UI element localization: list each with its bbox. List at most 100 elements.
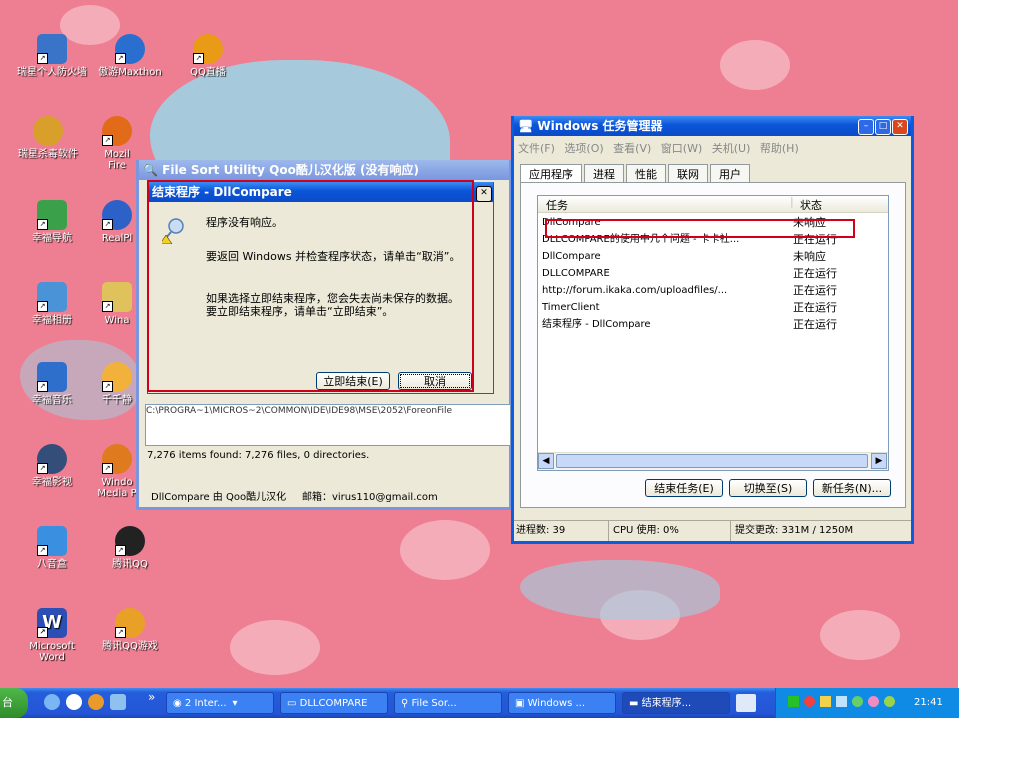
highlight-end-dialog xyxy=(147,180,474,392)
clock[interactable]: 21:41 xyxy=(914,688,943,718)
keyboard-icon[interactable] xyxy=(736,694,756,712)
desktop-icon-video[interactable]: ↗ 幸福影视 xyxy=(16,444,88,488)
list-header: 任务 | 状态 xyxy=(538,196,888,213)
tab-users[interactable]: 用户 xyxy=(710,164,750,183)
desktop-icon-wmp[interactable]: ↗ Windo Media P xyxy=(94,444,140,499)
minimize-button[interactable]: – xyxy=(858,119,874,135)
bg-cloud xyxy=(400,520,490,580)
taskbar-item-ie[interactable]: ◉ 2 Inter... ▾ xyxy=(166,692,274,714)
task-row[interactable]: http://forum.ikaka.com/uploadfiles/... 正在… xyxy=(538,282,878,299)
col-divider: | xyxy=(790,195,794,208)
task-row[interactable]: DllCompare 未响应 xyxy=(538,248,878,265)
taskbar-item-task-manager[interactable]: ▣ Windows ... xyxy=(508,692,616,714)
icon-label: 腾讯QQ xyxy=(112,559,148,570)
search-icon: ⚲ xyxy=(401,698,412,709)
icon-label: Wina xyxy=(104,315,130,326)
video-icon: ↗ xyxy=(37,444,67,474)
desktop-icon-album[interactable]: ↗ 幸福相册 xyxy=(16,282,88,326)
highlight-dllcompare-row xyxy=(545,219,855,238)
task-manager-titlebar[interactable]: 🖥 Windows 任务管理器 xyxy=(514,116,911,136)
start-button[interactable]: 台 xyxy=(0,688,28,718)
menu-options[interactable]: 选项(O) xyxy=(564,142,603,155)
bg-cloud xyxy=(820,610,900,660)
quicklaunch-more[interactable]: » xyxy=(148,690,155,704)
maximize-button[interactable]: □ xyxy=(875,119,891,135)
path-textbox[interactable]: C:\PROGRA~1\MICROS~2\COMMON\IDE\IDE98\MS… xyxy=(145,404,511,446)
tab-performance[interactable]: 性能 xyxy=(626,164,666,183)
col-status[interactable]: 状态 xyxy=(800,197,822,213)
desktop-icon-antivirus[interactable]: 瑞星杀毒软件 xyxy=(12,116,84,160)
close-button[interactable]: ✕ xyxy=(476,186,492,202)
task-status: 未响应 xyxy=(793,250,826,263)
horizontal-scrollbar[interactable]: ◀ ▶ xyxy=(538,452,888,470)
qq-tray-icon[interactable] xyxy=(804,696,815,707)
status-commit: 提交更改: 331M / 1250M xyxy=(730,521,853,541)
icon-label: Mozil Fire xyxy=(104,149,130,171)
task-name: DLLCOMPARE xyxy=(542,268,610,279)
window-title: File Sort Utility Qoo酷儿汉化版 (没有响应) xyxy=(162,163,419,177)
ie-icon[interactable] xyxy=(44,694,60,710)
icon-label: QQ直播 xyxy=(190,67,226,78)
icon-label: 幸福导航 xyxy=(32,233,72,244)
scroll-left-button[interactable]: ◀ xyxy=(538,453,554,469)
tray-icon[interactable] xyxy=(884,696,895,707)
icon-label: Windo Media P xyxy=(97,477,137,499)
desktop-quick-icon[interactable] xyxy=(110,694,126,710)
tab-processes[interactable]: 进程 xyxy=(584,164,624,183)
tray-icon[interactable] xyxy=(820,696,831,707)
desktop-icon-qqgame[interactable]: ↗ 腾讯QQ游戏 xyxy=(94,608,166,652)
icon-label: 幸福相册 xyxy=(32,315,72,326)
close-button[interactable]: ✕ xyxy=(892,119,908,135)
desktop-icon-maxthon[interactable]: ↗ 傲游Maxthon xyxy=(94,34,166,78)
menu-help[interactable]: 帮助(H) xyxy=(760,142,799,155)
switch-to-button[interactable]: 切换至(S) xyxy=(729,479,807,497)
icon-label: 瑞星杀毒软件 xyxy=(18,149,78,160)
menu-view[interactable]: 查看(V) xyxy=(613,142,651,155)
new-task-button[interactable]: 新任务(N)... xyxy=(813,479,891,497)
desktop-icon-qq[interactable]: ↗ 腾讯QQ xyxy=(94,526,166,570)
tab-applications[interactable]: 应用程序 xyxy=(520,164,582,183)
qq-live-icon: ↗ xyxy=(193,34,223,64)
file-sort-titlebar[interactable]: 🔍 File Sort Utility Qoo酷儿汉化版 (没有响应) xyxy=(139,160,509,180)
items-found-text: 7,276 items found: 7,276 files, 0 direct… xyxy=(147,450,370,461)
scroll-thumb[interactable] xyxy=(556,454,868,468)
desktop-icon-musicbox[interactable]: ↗ 八音盒 xyxy=(16,526,88,570)
tab-networking[interactable]: 联网 xyxy=(668,164,708,183)
desktop-icon-word[interactable]: W ↗ Microsoft Word xyxy=(16,608,88,663)
desktop-icon-ttplayer[interactable]: ↗ 千千静 xyxy=(94,362,140,406)
taskbar-item-end-program[interactable]: ▬ 结束程序... xyxy=(622,692,730,714)
credits-text: DllCompare 由 Qoo酷儿汉化 邮箱：virus110@gmail.c… xyxy=(151,492,438,503)
menu-shutdown[interactable]: 关机(U) xyxy=(712,142,751,155)
tray-icon[interactable] xyxy=(868,696,879,707)
task-name: http://forum.ikaka.com/uploadfiles/... xyxy=(542,285,728,296)
task-row[interactable]: 结束程序 - DllCompare 正在运行 xyxy=(538,316,878,333)
scroll-right-button[interactable]: ▶ xyxy=(871,453,887,469)
end-task-button[interactable]: 结束任务(E) xyxy=(645,479,723,497)
desktop-icon-music[interactable]: ↗ 幸福音乐 xyxy=(16,362,88,406)
icon-label: 瑞星个人防火墙 xyxy=(17,67,87,78)
desktop-icon-winamp[interactable]: ↗ Wina xyxy=(94,282,140,326)
desktop-icon-realplayer[interactable]: ↗ RealPl xyxy=(94,200,140,244)
desktop-icon-nav[interactable]: ↗ 幸福导航 xyxy=(16,200,88,244)
taskbar-item-dllcompare-folder[interactable]: ▭ DLLCOMPARE xyxy=(280,692,388,714)
taskbar-item-label: 2 Inter... xyxy=(184,698,227,709)
col-task[interactable]: 任务 xyxy=(546,197,568,213)
window-icon: ▬ xyxy=(629,698,642,709)
maximize-icon: □ xyxy=(878,121,888,131)
task-row[interactable]: DLLCOMPARE 正在运行 xyxy=(538,265,878,282)
firefox-quick-icon[interactable] xyxy=(88,694,104,710)
tray-icon[interactable] xyxy=(852,696,863,707)
realplayer-icon: ↗ xyxy=(102,200,132,230)
tray-icon[interactable] xyxy=(788,696,799,707)
window-title: Windows 任务管理器 xyxy=(537,119,663,133)
menu-file[interactable]: 文件(F) xyxy=(518,142,555,155)
desktop-icon-qq-live[interactable]: ↗ QQ直播 xyxy=(172,34,244,78)
network-icon[interactable] xyxy=(836,696,847,707)
task-row[interactable]: TimerClient 正在运行 xyxy=(538,299,878,316)
desktop-icon-firewall[interactable]: ↗ 瑞星个人防火墙 xyxy=(16,34,88,78)
desktop-icon-firefox[interactable]: ↗ Mozil Fire xyxy=(94,116,140,171)
path-text: C:\PROGRA~1\MICROS~2\COMMON\IDE\IDE98\MS… xyxy=(146,406,453,416)
menu-window[interactable]: 窗口(W) xyxy=(661,142,702,155)
maxthon-quick-icon[interactable] xyxy=(66,694,82,710)
taskbar-item-file-sort[interactable]: ⚲ File Sor... xyxy=(394,692,502,714)
